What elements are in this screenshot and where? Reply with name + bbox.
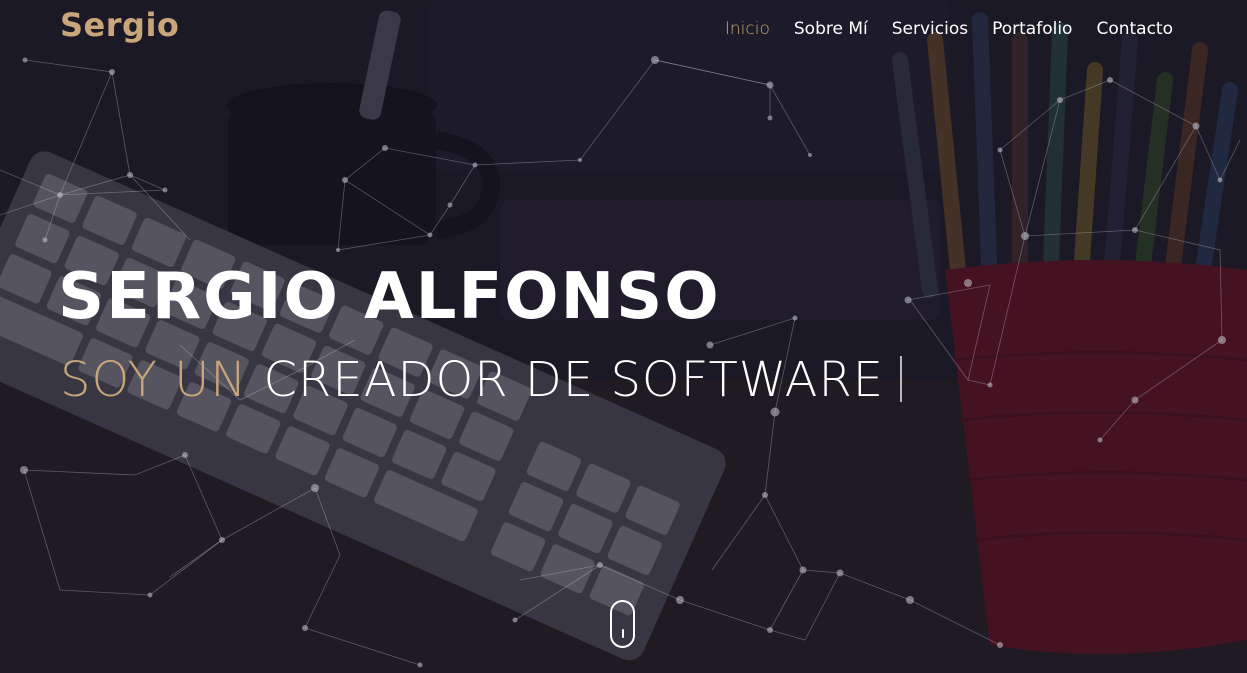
hero-subtitle-typed-text: CREADOR DE SOFTWARE <box>263 352 885 408</box>
nav-link-inicio[interactable]: Inicio <box>725 19 770 39</box>
top-navbar: Sergio Inicio Sobre Mí Servicios Portafo… <box>0 0 1247 60</box>
mouse-scroll-icon[interactable] <box>610 600 635 648</box>
typing-cursor <box>900 356 903 402</box>
nav-link-contacto[interactable]: Contacto <box>1096 19 1173 39</box>
hero-subtitle: SOY UN CREADOR DE SOFTWARE <box>60 352 903 408</box>
brand-logo[interactable]: Sergio <box>60 6 179 44</box>
particle-network-background <box>0 0 1247 673</box>
nav-links: Inicio Sobre Mí Servicios Portafolio Con… <box>725 19 1173 39</box>
hero-title: SERGIO ALFONSO <box>58 260 721 334</box>
nav-link-portafolio[interactable]: Portafolio <box>992 19 1072 39</box>
hero-section: Sergio Inicio Sobre Mí Servicios Portafo… <box>0 0 1247 673</box>
mouse-wheel-indicator <box>622 629 624 638</box>
nav-link-servicios[interactable]: Servicios <box>892 19 968 39</box>
hero-subtitle-prefix: SOY UN <box>60 352 248 408</box>
nav-link-sobre-mi[interactable]: Sobre Mí <box>794 19 868 39</box>
